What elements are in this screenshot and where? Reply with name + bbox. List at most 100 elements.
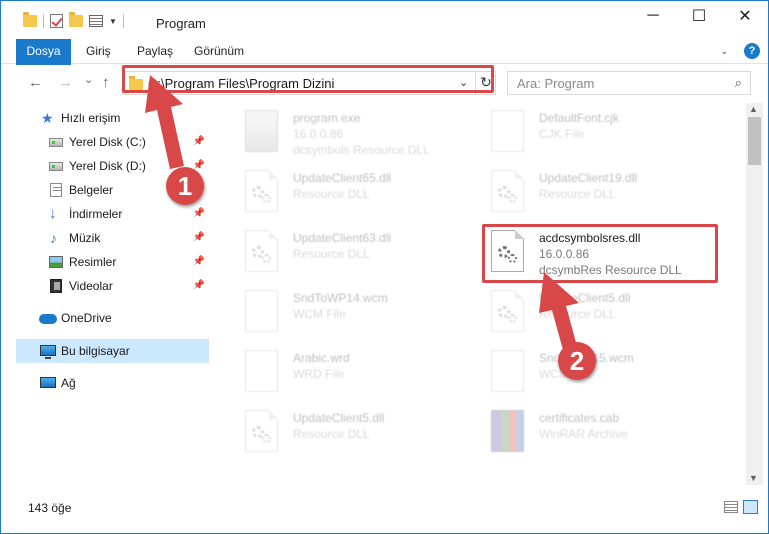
disk-icon bbox=[49, 138, 63, 147]
file-name: UpdateClient63.dll bbox=[293, 231, 392, 245]
tab-share[interactable]: Paylaş bbox=[137, 39, 173, 64]
pin-icon[interactable]: 📌 bbox=[193, 208, 205, 219]
file-item[interactable]: SndToWP14.wcm WCM File bbox=[221, 285, 451, 341]
maximize-button[interactable]: ☐ bbox=[676, 1, 722, 31]
file-name: SndToWP14.wcm bbox=[293, 291, 388, 305]
sidebar-item-label: Resimler bbox=[69, 255, 117, 269]
pin-icon[interactable]: 📌 bbox=[193, 280, 205, 291]
vertical-scrollbar[interactable]: ▲ ▼ bbox=[746, 103, 763, 485]
file-item[interactable]: UpdateClient19.dll Resource DLL bbox=[467, 165, 697, 221]
separator bbox=[122, 14, 124, 28]
close-button[interactable]: ✕ bbox=[722, 1, 768, 31]
address-highlight-box bbox=[122, 65, 494, 93]
file-item[interactable]: UpdateClient5.dll Resource DLL bbox=[467, 285, 697, 341]
file-type: Resource DLL bbox=[293, 427, 370, 441]
file-item[interactable]: DefaultFont.cjk CJK File bbox=[467, 105, 697, 161]
file-name: UpdateClient19.dll bbox=[539, 171, 638, 185]
file-item[interactable]: Arabic.wrd WRD File bbox=[221, 345, 451, 401]
file-name: UpdateClient5.dll bbox=[293, 411, 385, 425]
properties-check-icon[interactable] bbox=[50, 14, 63, 28]
computer-icon bbox=[40, 345, 56, 359]
file-item[interactable]: UpdateClient63.dll Resource DLL bbox=[221, 225, 451, 281]
recent-locations-button[interactable]: ⌄ bbox=[84, 73, 93, 86]
sidebar-item-downloads[interactable]: ↓ İndirmeler 📌 bbox=[16, 202, 209, 226]
new-folder-icon[interactable] bbox=[69, 12, 83, 27]
file-item[interactable]: UpdateClient65.dll Resource DLL bbox=[221, 165, 451, 221]
file-name: UpdateClient5.dll bbox=[539, 291, 631, 305]
sidebar-item-videos[interactable]: Videolar 📌 bbox=[16, 274, 209, 298]
pin-icon[interactable]: 📌 bbox=[193, 136, 205, 147]
file-item[interactable]: UpdateClient5.dll Resource DLL bbox=[221, 405, 451, 461]
window-title: Program bbox=[156, 16, 206, 31]
item-count: 143 öğe bbox=[28, 501, 72, 515]
file-type: WRD File bbox=[293, 367, 345, 381]
disk-icon bbox=[49, 162, 63, 171]
up-button[interactable]: ↑ bbox=[102, 74, 110, 91]
forward-button[interactable]: → bbox=[58, 74, 73, 91]
step-badge-1: 1 bbox=[166, 167, 204, 205]
sidebar-item-label: Yerel Disk (D:) bbox=[69, 159, 146, 173]
customize-dropdown-icon[interactable]: ▼ bbox=[109, 17, 117, 26]
help-icon[interactable]: ? bbox=[744, 43, 760, 59]
blank-file-icon bbox=[491, 350, 524, 392]
scroll-down-icon[interactable]: ▼ bbox=[749, 473, 758, 483]
sidebar-item-quick-access[interactable]: ★ Hızlı erişim bbox=[16, 106, 209, 130]
file-type: Resource DLL bbox=[539, 187, 616, 201]
file-name: DefaultFont.cjk bbox=[539, 111, 620, 125]
expand-ribbon-icon[interactable]: ⌄ bbox=[720, 46, 728, 57]
tab-home[interactable]: Giriş bbox=[86, 39, 111, 64]
sidebar-item-music[interactable]: ♪ Müzik 📌 bbox=[16, 226, 209, 250]
file-type: WinRAR Archive bbox=[539, 427, 628, 441]
scroll-up-icon[interactable]: ▲ bbox=[749, 104, 758, 114]
file-type: Resource DLL bbox=[293, 247, 370, 261]
search-placeholder[interactable]: Ara: Program bbox=[517, 76, 594, 91]
file-item[interactable]: certificates.cab WinRAR Archive bbox=[467, 405, 697, 461]
file-version: 16.0.0.86 bbox=[293, 127, 344, 141]
sidebar-item-onedrive[interactable]: OneDrive bbox=[16, 306, 209, 330]
sidebar-item-label: İndirmeler bbox=[69, 207, 123, 221]
dll-icon bbox=[491, 170, 524, 212]
download-icon: ↓ bbox=[49, 205, 57, 222]
sidebar-item-label: Bu bilgisayar bbox=[61, 344, 130, 358]
tiles-view-icon[interactable] bbox=[743, 500, 758, 514]
sidebar-item-this-pc[interactable]: Bu bilgisayar bbox=[16, 339, 209, 363]
dll-icon bbox=[491, 290, 524, 332]
back-button[interactable]: ← bbox=[28, 74, 43, 91]
dll-icon bbox=[245, 230, 278, 272]
videos-icon bbox=[50, 279, 62, 293]
document-icon bbox=[50, 183, 62, 197]
title-bar: ▼ Program ─ ☐ ✕ bbox=[1, 1, 768, 39]
blank-file-icon bbox=[245, 290, 278, 332]
minimize-button[interactable]: ─ bbox=[630, 1, 676, 31]
file-list: program.exe 16.0.0.86 dcsymbols Resource… bbox=[211, 103, 744, 495]
file-item[interactable]: program.exe 16.0.0.86 dcsymbols Resource… bbox=[221, 105, 451, 161]
tab-view[interactable]: Görünüm bbox=[194, 39, 244, 64]
file-name: program.exe bbox=[293, 111, 361, 125]
properties-icon[interactable] bbox=[89, 15, 103, 27]
search-box[interactable]: Ara: Program ⌕ bbox=[507, 71, 751, 95]
file-name: UpdateClient65.dll bbox=[293, 171, 392, 185]
navigation-pane: ★ Hızlı erişim Yerel Disk (C:) 📌 Yerel D… bbox=[16, 103, 209, 483]
sidebar-item-label: Ağ bbox=[61, 376, 76, 390]
exe-icon bbox=[245, 110, 278, 152]
blank-file-icon bbox=[491, 110, 524, 152]
file-type: Resource DLL bbox=[539, 307, 616, 321]
sidebar-item-network[interactable]: Ağ bbox=[16, 371, 209, 395]
pin-icon[interactable]: 📌 bbox=[193, 256, 205, 267]
sidebar-item-label: Hızlı erişim bbox=[61, 111, 121, 125]
sidebar-item-pictures[interactable]: Resimler 📌 bbox=[16, 250, 209, 274]
sidebar-item-label: OneDrive bbox=[61, 311, 112, 325]
details-view-icon[interactable] bbox=[724, 501, 738, 513]
sidebar-item-disk-c[interactable]: Yerel Disk (C:) 📌 bbox=[16, 130, 209, 154]
search-icon[interactable]: ⌕ bbox=[735, 75, 742, 91]
blank-file-icon bbox=[245, 350, 278, 392]
file-highlight-box bbox=[482, 224, 718, 283]
pin-icon[interactable]: 📌 bbox=[193, 232, 205, 243]
cloud-icon bbox=[39, 314, 57, 324]
file-type: Resource DLL bbox=[293, 187, 370, 201]
file-type: CJK File bbox=[539, 127, 585, 141]
sidebar-item-label: Müzik bbox=[69, 231, 101, 245]
archive-icon bbox=[491, 410, 524, 452]
pictures-icon bbox=[49, 256, 63, 268]
scrollbar-thumb[interactable] bbox=[748, 117, 761, 165]
